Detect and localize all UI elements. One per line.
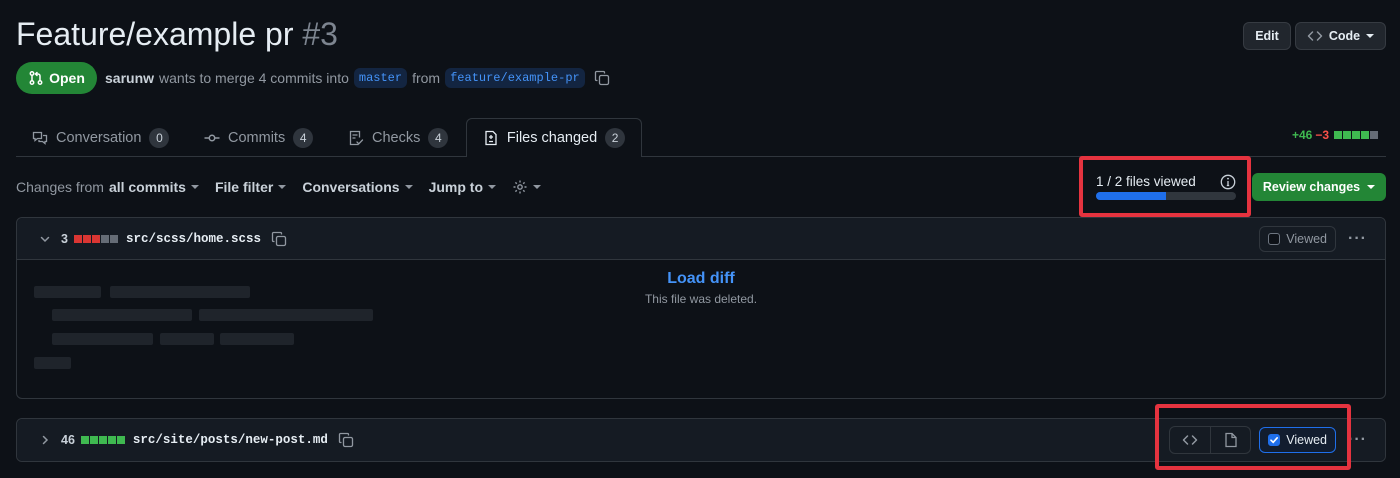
rich-view-button[interactable] <box>1210 427 1250 453</box>
pull-request-icon <box>29 71 43 85</box>
skeleton-line <box>160 333 214 345</box>
file-name[interactable]: src/scss/home.scss <box>126 232 261 246</box>
checkbox-icon <box>1268 232 1281 245</box>
base-branch[interactable]: master <box>353 68 408 88</box>
view-mode-toggle <box>1169 426 1252 454</box>
jump-to-dropdown[interactable]: Jump to <box>428 179 497 195</box>
from-text: from <box>412 70 441 86</box>
copy-icon[interactable] <box>271 231 287 247</box>
settings-dropdown[interactable] <box>512 179 542 195</box>
commit-icon <box>204 134 220 142</box>
changes-from-dropdown[interactable]: Changes from all commits <box>16 179 199 195</box>
skeleton-line <box>52 309 192 321</box>
load-diff-link[interactable]: Load diff <box>17 270 1385 288</box>
edit-button[interactable]: Edit <box>1243 22 1291 50</box>
changes-value: all commits <box>108 179 186 195</box>
code-label: Code <box>1328 29 1361 43</box>
review-label: Review changes <box>1262 180 1361 194</box>
file-change-count: 3 <box>61 231 68 246</box>
code-icon <box>1182 435 1198 445</box>
tab-label: Conversation <box>56 130 142 146</box>
chevron-down-icon <box>488 185 497 189</box>
tab-files-changed[interactable]: Files changed 2 <box>466 118 642 157</box>
file-change-count: 46 <box>61 433 75 447</box>
kebab-menu-icon[interactable]: ··· <box>1348 431 1367 449</box>
chevron-down-icon <box>404 185 413 189</box>
files-toolbar: Changes from all commits File filter Con… <box>16 174 542 200</box>
file-header: 3 src/scss/home.scss Viewed ··· <box>17 218 1385 260</box>
deletions-count: −3 <box>1315 128 1330 142</box>
chevron-down-icon[interactable] <box>39 233 51 245</box>
conversations-dropdown[interactable]: Conversations <box>302 179 413 195</box>
progress-fill <box>1096 192 1166 200</box>
files-viewed-progress: 1 / 2 files viewed <box>1096 170 1238 204</box>
kebab-menu-icon[interactable]: ··· <box>1348 230 1367 248</box>
chevron-down-icon <box>1367 185 1376 189</box>
copy-icon[interactable] <box>594 70 610 86</box>
skeleton-line <box>34 357 71 369</box>
viewed-checkbox[interactable]: Viewed <box>1259 225 1337 252</box>
tab-label: Checks <box>372 130 421 146</box>
conversations-label: Conversations <box>302 179 400 195</box>
file-filter-label: File filter <box>214 179 274 195</box>
tab-counter: 0 <box>149 128 170 148</box>
skeleton-line <box>220 333 294 345</box>
file-diffstat-bar <box>73 234 118 243</box>
tab-counter: 4 <box>293 128 314 148</box>
file-deleted-note: This file was deleted. <box>644 292 758 306</box>
merge-text: wants to merge 4 commits into <box>159 70 349 86</box>
code-icon <box>1307 31 1323 41</box>
tab-commits[interactable]: Commits 4 <box>204 118 314 158</box>
chevron-right-icon[interactable] <box>39 434 51 446</box>
pr-meta: sarunw wants to merge 4 commits into mas… <box>105 62 610 94</box>
files-viewed-label: 1 / 2 files viewed <box>1096 174 1196 189</box>
status-label: Open <box>49 70 85 86</box>
info-icon[interactable] <box>1220 174 1236 190</box>
file-diffstat-bar <box>80 436 125 444</box>
file-card: 3 src/scss/home.scss Viewed ··· Load dif… <box>16 217 1386 399</box>
file-header: 46 src/site/posts/new-post.md Viewed ··· <box>17 419 1385 461</box>
diffstat-bar <box>1334 131 1379 139</box>
skeleton-line <box>199 309 373 321</box>
checklist-icon <box>349 130 364 146</box>
tab-counter: 2 <box>605 128 626 148</box>
edit-label: Edit <box>1255 29 1279 43</box>
viewed-checkbox[interactable]: Viewed <box>1259 427 1337 453</box>
file-name[interactable]: src/site/posts/new-post.md <box>133 433 328 447</box>
pr-title-text: Feature/example pr <box>16 16 294 52</box>
checkbox-checked-icon <box>1268 434 1281 446</box>
review-changes-button[interactable]: Review changes <box>1252 173 1386 201</box>
progress-track <box>1096 192 1236 200</box>
pr-number: #3 <box>302 16 338 52</box>
source-view-button[interactable] <box>1170 427 1210 453</box>
skeleton-line <box>52 333 153 345</box>
copy-icon[interactable] <box>338 432 354 448</box>
tab-label: Files changed <box>506 130 598 146</box>
chevron-down-icon <box>190 185 199 189</box>
diffstat: +46 −3 <box>1292 128 1379 142</box>
file-icon <box>1225 432 1237 448</box>
code-button[interactable]: Code <box>1295 22 1386 50</box>
pr-title: Feature/example pr #3 <box>16 14 338 54</box>
file-filter-dropdown[interactable]: File filter <box>214 179 287 195</box>
tab-checks[interactable]: Checks 4 <box>348 118 449 158</box>
changes-prefix: Changes from <box>16 179 104 195</box>
chevron-down-icon <box>1366 34 1375 38</box>
tab-counter: 4 <box>428 128 449 148</box>
author-link[interactable]: sarunw <box>105 70 154 86</box>
head-branch[interactable]: feature/example-pr <box>445 68 585 88</box>
additions-count: +46 <box>1292 128 1313 142</box>
file-card: 46 src/site/posts/new-post.md Viewed ··· <box>16 418 1386 462</box>
comment-discussion-icon <box>32 131 48 145</box>
chevron-down-icon <box>278 185 287 189</box>
jump-to-label: Jump to <box>428 179 484 195</box>
gear-icon <box>513 180 527 194</box>
file-diff-icon <box>485 130 497 146</box>
status-badge: Open <box>16 62 97 94</box>
viewed-label: Viewed <box>1286 433 1328 447</box>
viewed-label: Viewed <box>1286 231 1328 246</box>
tab-conversation[interactable]: Conversation 0 <box>32 118 170 158</box>
chevron-down-icon <box>533 185 542 189</box>
tab-label: Commits <box>228 130 286 146</box>
